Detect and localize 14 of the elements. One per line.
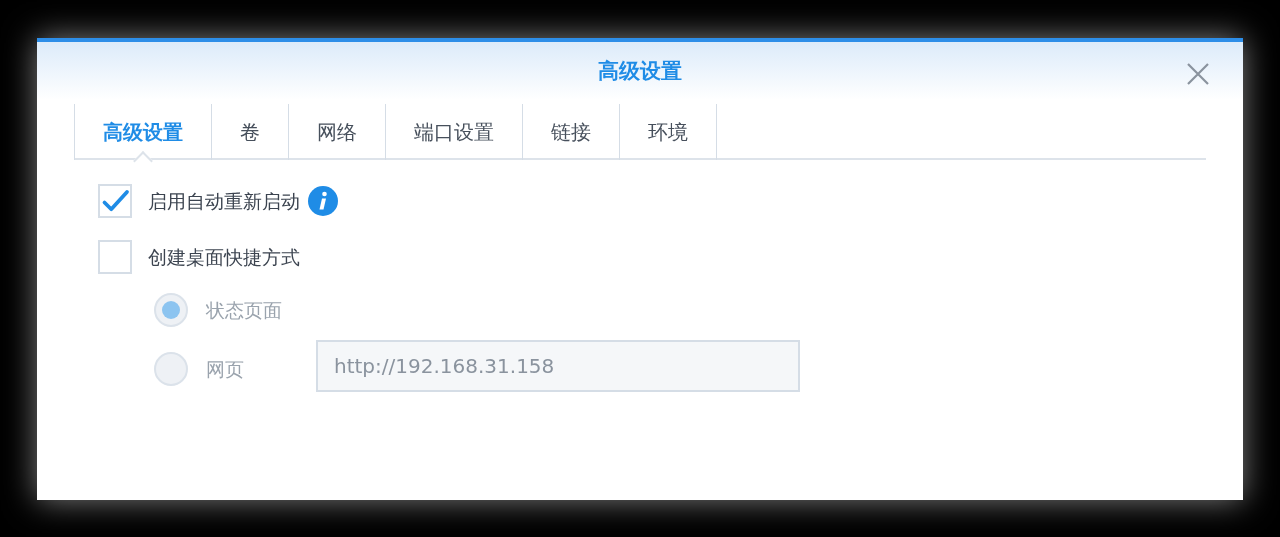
tab[interactable]: 网络 [288, 104, 385, 160]
info-icon[interactable] [308, 186, 338, 216]
checkbox[interactable] [98, 184, 132, 218]
dialog-title: 高级设置 [598, 60, 682, 82]
tab[interactable]: 链接 [522, 104, 619, 160]
checkbox[interactable] [98, 240, 132, 274]
tab[interactable]: 端口设置 [385, 104, 522, 160]
tab[interactable]: 卷 [211, 104, 288, 160]
option-label: 状态页面 [206, 297, 283, 323]
option-label: 启用自动重新启动 [148, 188, 300, 214]
tab[interactable]: 环境 [619, 104, 717, 160]
close-icon[interactable] [1186, 62, 1210, 86]
option-label: 创建桌面快捷方式 [148, 244, 300, 270]
option-label: 网页 [206, 356, 245, 382]
